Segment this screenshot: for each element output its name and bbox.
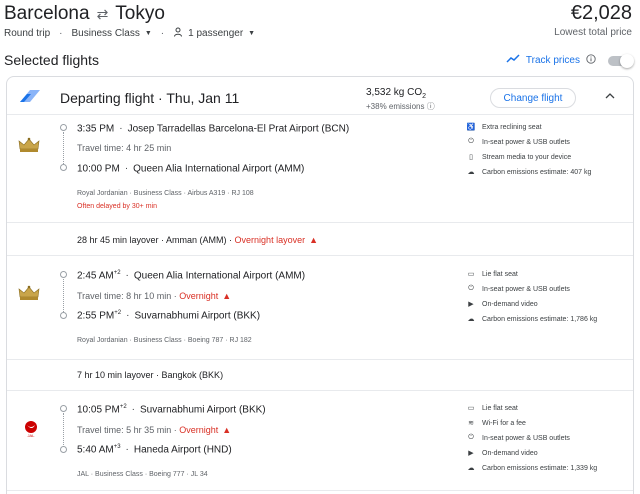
departure-airport: Suvarnabhumi Airport (BKK) bbox=[140, 404, 266, 416]
amenity: ▯ Stream media to your device bbox=[466, 153, 571, 162]
divider bbox=[7, 222, 633, 223]
passenger-chevron-icon[interactable]: ▼ bbox=[248, 30, 255, 37]
amenity: ▶ On-demand video bbox=[466, 449, 537, 458]
destination-city: Tokyo bbox=[115, 3, 165, 24]
divider bbox=[7, 255, 633, 256]
flatbed-icon: ▭ bbox=[467, 271, 475, 278]
emissions-note: +38% emissions ⓘ bbox=[366, 102, 435, 111]
arrival-airport: Haneda Airport (HND) bbox=[133, 444, 232, 456]
trip-options: Round trip · Business Class ▼ · 1 passen… bbox=[4, 27, 256, 40]
jal-crane-icon: JAL bbox=[20, 420, 42, 443]
arrival-time: 2:55 PM bbox=[77, 310, 115, 322]
warning-icon: ▲ bbox=[309, 235, 319, 245]
co2-total: 3,532 kg CO2 bbox=[366, 87, 427, 100]
power-icon: ⏻ bbox=[468, 285, 474, 292]
layover-info: 7 hr 10 min layover · Bangkok (BKK) bbox=[77, 370, 224, 380]
co2-icon: ☁ bbox=[467, 465, 475, 472]
cabin-chevron-icon[interactable]: ▼ bbox=[145, 30, 152, 37]
travel-time: Travel time: 8 hr 10 min · Overnight ▲ bbox=[77, 291, 232, 301]
arrival-line: 10:00 PM · Queen Alia International Airpor… bbox=[77, 163, 305, 175]
divider bbox=[7, 359, 633, 360]
selected-flights-title: Selected flights bbox=[4, 52, 99, 68]
divider bbox=[7, 490, 633, 491]
svg-text:JAL: JAL bbox=[28, 433, 36, 438]
flight-meta: JAL · Business Class · Boeing 777 · JL 3… bbox=[77, 471, 208, 478]
co2-icon: ☁ bbox=[467, 316, 475, 323]
departure-line: 2:45 AM+2 · Queen Alia International Airpo… bbox=[77, 270, 306, 282]
departure-airport: Queen Alia International Airport (AMM) bbox=[133, 270, 306, 282]
amenity: ⏻ In-seat power & USB outlets bbox=[466, 285, 570, 293]
person-icon bbox=[173, 27, 183, 40]
amenity: ☁ Carbon emissions estimate: 1,339 kg bbox=[467, 464, 598, 473]
departure-airport: Josep Tarradellas Barcelona-El Prat Airp… bbox=[127, 123, 350, 135]
arrival-time: 10:00 PM bbox=[77, 163, 120, 175]
departure-line: 10:05 PM+2 · Suvarnabhumi Airport (BKK) bbox=[77, 404, 266, 416]
departure-line: 3:35 PM · Josep Tarradellas Barcelona-El P… bbox=[77, 123, 350, 135]
arrival-line: 5:40 AM+3 · Haneda Airport (HND) bbox=[77, 444, 232, 456]
amenity: ⏻ In-seat power & USB outlets bbox=[466, 138, 570, 146]
amenity: ▭ Lie flat seat bbox=[467, 404, 518, 413]
flight-meta: Royal Jordanian · Business Class · Boein… bbox=[77, 337, 252, 344]
track-prices-label[interactable]: Track prices bbox=[526, 55, 580, 66]
crown-icon bbox=[17, 285, 41, 306]
amenity: ⏻ In-seat power & USB outlets bbox=[466, 434, 570, 442]
amenity: ▶ On-demand video bbox=[466, 300, 537, 309]
travel-time: Travel time: 5 hr 35 min · Overnight ▲ bbox=[77, 425, 232, 435]
departure-time: 3:35 PM bbox=[77, 123, 115, 135]
crown-icon bbox=[17, 137, 41, 158]
change-flight-button[interactable]: Change flight bbox=[490, 88, 576, 108]
amenity: ♿ Extra reclining seat bbox=[466, 123, 542, 132]
layover-info: 28 hr 45 min layover · Amman (AMM) · Ove… bbox=[77, 235, 319, 245]
warning-icon: ▲ bbox=[222, 291, 232, 301]
track-prices[interactable]: Track prices bbox=[506, 54, 596, 67]
track-prices-toggle[interactable] bbox=[608, 54, 634, 68]
departure-time: 2:45 AM bbox=[77, 270, 114, 282]
recline-icon: ♿ bbox=[466, 124, 476, 131]
arrival-time: 5:40 AM bbox=[77, 444, 114, 456]
swap-arrows-icon: ⇄ bbox=[96, 5, 109, 22]
amenity: ☁ Carbon emissions estimate: 1,786 kg bbox=[467, 315, 598, 324]
departing-plane-icon bbox=[18, 89, 42, 108]
flatbed-icon: ▭ bbox=[467, 405, 475, 412]
amenity: ☁ Carbon emissions estimate: 407 kg bbox=[467, 168, 592, 177]
warning-icon: ▲ bbox=[222, 425, 232, 435]
trend-icon bbox=[506, 54, 520, 67]
arrival-airport: Queen Alia International Airport (AMM) bbox=[133, 163, 305, 175]
delay-warning: Often delayed by 30+ min bbox=[77, 203, 157, 210]
departure-time: 10:05 PM bbox=[77, 404, 120, 416]
video-icon: ▶ bbox=[468, 450, 474, 457]
passenger-count[interactable]: 1 passenger bbox=[188, 28, 243, 39]
power-icon: ⏻ bbox=[468, 138, 474, 145]
route-title: Barcelona ⇄ Tokyo bbox=[4, 3, 165, 25]
info-icon[interactable] bbox=[586, 54, 596, 67]
video-icon: ▶ bbox=[468, 301, 474, 308]
divider bbox=[7, 390, 633, 391]
amenity: ▭ Lie flat seat bbox=[467, 270, 518, 279]
power-icon: ⏻ bbox=[468, 434, 474, 441]
travel-time: Travel time: 4 hr 25 min bbox=[77, 143, 172, 153]
divider bbox=[7, 114, 633, 115]
total-price: €2,028 bbox=[570, 2, 632, 24]
stream-icon: ▯ bbox=[469, 154, 473, 161]
cabin-class: Business Class bbox=[71, 28, 140, 39]
trip-type: Round trip bbox=[4, 28, 51, 39]
amenity: ≋ Wi-Fi for a fee bbox=[466, 419, 526, 428]
wifi-icon: ≋ bbox=[468, 420, 474, 427]
arrival-line: 2:55 PM+2 · Suvarnabhumi Airport (BKK) bbox=[77, 310, 261, 322]
origin-city: Barcelona bbox=[4, 3, 90, 24]
price-note: Lowest total price bbox=[554, 27, 632, 38]
flight-meta: Royal Jordanian · Business Class · Airbu… bbox=[77, 190, 254, 197]
info-icon[interactable]: ⓘ bbox=[427, 102, 435, 111]
co2-icon: ☁ bbox=[467, 169, 475, 176]
arrival-airport: Suvarnabhumi Airport (BKK) bbox=[134, 310, 261, 322]
departing-title: Departing flight · Thu, Jan 11 bbox=[60, 90, 240, 106]
chevron-up-icon[interactable] bbox=[605, 92, 615, 103]
